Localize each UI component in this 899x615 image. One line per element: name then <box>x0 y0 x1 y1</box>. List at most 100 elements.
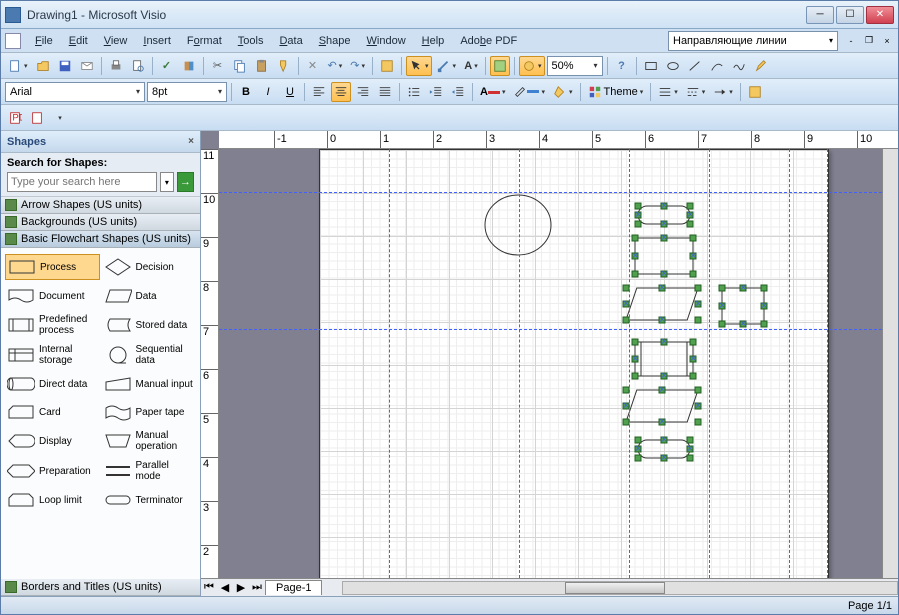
rect-tool-button[interactable] <box>641 56 661 76</box>
email-button[interactable] <box>77 56 97 76</box>
fontsize-combo[interactable]: 8pt▾ <box>147 82 227 102</box>
shape-master-card[interactable]: Card <box>5 400 100 424</box>
menu-edit[interactable]: Edit <box>61 32 96 50</box>
zoom-combo[interactable]: 50%▾ <box>547 56 603 76</box>
vertical-ruler[interactable]: 111098765432 <box>201 149 219 578</box>
pointer-tool-button[interactable] <box>406 56 432 76</box>
search-input[interactable] <box>7 172 157 192</box>
menu-insert[interactable]: Insert <box>135 32 179 50</box>
shapes-window-button[interactable] <box>377 56 397 76</box>
shape-master-manual-operation[interactable]: Manual operation <box>102 428 197 454</box>
page-tab[interactable]: Page-1 <box>265 580 322 595</box>
shape-master-internal-storage[interactable]: Internal storage <box>5 342 100 368</box>
cut-button[interactable]: ✂ <box>208 56 228 76</box>
format-button[interactable] <box>745 82 765 102</box>
menu-tools[interactable]: Tools <box>230 32 272 50</box>
minimize-button[interactable]: ─ <box>806 6 834 24</box>
guide-horizontal[interactable] <box>219 329 882 330</box>
font-combo[interactable]: Arial▾ <box>5 82 145 102</box>
line-color-button[interactable] <box>510 82 548 102</box>
bullets-button[interactable] <box>404 82 424 102</box>
canvas-shape-data[interactable]: ×××× <box>626 390 698 422</box>
theme-button[interactable]: Theme <box>585 82 647 102</box>
pdf-settings-button[interactable] <box>49 108 69 128</box>
doc-restore-button[interactable]: ❐ <box>862 34 876 48</box>
shape-master-preparation[interactable]: Preparation <box>5 458 100 484</box>
drawing-page[interactable]: ×××××××××××××××××××××××××××× <box>319 149 829 578</box>
shape-master-data[interactable]: Data <box>102 284 197 308</box>
indent-dec-button[interactable] <box>426 82 446 102</box>
guide-vertical[interactable] <box>519 149 520 578</box>
menu-data[interactable]: Data <box>271 32 310 50</box>
shape-master-terminator[interactable]: Terminator <box>102 488 197 512</box>
shape-master-direct-data[interactable]: Direct data <box>5 372 100 396</box>
menu-help[interactable]: Help <box>414 32 453 50</box>
align-right-button[interactable] <box>353 82 373 102</box>
connector-tool-button[interactable] <box>434 56 460 76</box>
font-color-button[interactable]: A <box>477 82 508 102</box>
shape-master-sequential-data[interactable]: Sequential data <box>102 342 197 368</box>
paste-button[interactable] <box>252 56 272 76</box>
research-button[interactable] <box>179 56 199 76</box>
canvas-shape-circle[interactable] <box>485 195 551 255</box>
guide-vertical[interactable] <box>389 149 390 578</box>
justify-button[interactable] <box>375 82 395 102</box>
guide-horizontal[interactable] <box>219 192 882 193</box>
pencil-tool-button[interactable] <box>751 56 771 76</box>
line-pattern-button[interactable] <box>683 82 709 102</box>
redo-button[interactable]: ↷ <box>347 56 368 76</box>
shape-master-process[interactable]: Process <box>5 254 100 280</box>
canvas-shape-predef[interactable]: ×××× <box>635 342 693 376</box>
stencil-flowchart[interactable]: Basic Flowchart Shapes (US units) <box>1 231 200 248</box>
stencil-backgrounds[interactable]: Backgrounds (US units) <box>1 214 200 231</box>
help-button[interactable]: ? <box>612 56 632 76</box>
italic-button[interactable]: I <box>258 82 278 102</box>
task-pane-combo[interactable]: Направляющие линии ▾ <box>668 31 838 51</box>
shape-master-document[interactable]: Document <box>5 284 100 308</box>
delete-button[interactable]: ✕ <box>303 56 323 76</box>
print-preview-button[interactable] <box>128 56 148 76</box>
freeform-tool-button[interactable] <box>729 56 749 76</box>
format-painter-button[interactable] <box>274 56 294 76</box>
pdf-convert-button[interactable]: PDF <box>5 108 25 128</box>
guide-vertical[interactable] <box>629 149 630 578</box>
page-area[interactable]: ×××××××××××××××××××××××××××× <box>219 149 882 578</box>
align-center-button[interactable] <box>331 82 351 102</box>
open-button[interactable] <box>33 56 53 76</box>
shape-master-predefined-process[interactable]: Predefined process <box>5 312 100 338</box>
save-button[interactable] <box>55 56 75 76</box>
undo-button[interactable]: ↶ <box>325 56 346 76</box>
guide-vertical[interactable] <box>827 149 828 578</box>
shape-master-paper-tape[interactable]: Paper tape <box>102 400 197 424</box>
shape-master-stored-data[interactable]: Stored data <box>102 312 197 338</box>
line-ends-button[interactable] <box>710 82 736 102</box>
shape-master-loop-limit[interactable]: Loop limit <box>5 488 100 512</box>
line-weight-button[interactable] <box>655 82 681 102</box>
stencil-borders[interactable]: Borders and Titles (US units) <box>1 579 200 596</box>
scrollbar-thumb[interactable] <box>565 582 665 594</box>
spelling-button[interactable]: ✓ <box>157 56 177 76</box>
horizontal-scrollbar[interactable] <box>342 581 898 595</box>
pdf-email-button[interactable] <box>27 108 47 128</box>
stencil-arrow-shapes[interactable]: Arrow Shapes (US units) <box>1 197 200 214</box>
canvas-shape-terminator[interactable]: ×××× <box>638 206 690 224</box>
text-tool-button[interactable]: A <box>461 56 481 76</box>
vertical-scrollbar[interactable] <box>882 149 898 578</box>
new-button[interactable] <box>5 56 31 76</box>
menu-format[interactable]: Format <box>179 32 230 50</box>
canvas-shape-terminator[interactable]: ×××× <box>638 440 690 458</box>
maximize-button[interactable]: ☐ <box>836 6 864 24</box>
tab-nav-first[interactable]: ⏮ <box>202 581 216 595</box>
arc-tool-button[interactable] <box>707 56 727 76</box>
doc-min-button[interactable]: - <box>844 34 858 48</box>
tab-nav-prev[interactable]: ◀ <box>218 581 232 595</box>
connection-points-button[interactable] <box>490 56 510 76</box>
tab-nav-next[interactable]: ▶ <box>234 581 248 595</box>
shape-master-decision[interactable]: Decision <box>102 254 197 280</box>
menu-adobe[interactable]: Adobe PDF <box>452 32 525 50</box>
drawing-tools-button[interactable] <box>519 56 545 76</box>
search-dropdown-button[interactable]: ▾ <box>160 172 174 192</box>
shape-master-display[interactable]: Display <box>5 428 100 454</box>
ellipse-tool-button[interactable] <box>663 56 683 76</box>
menu-window[interactable]: Window <box>359 32 414 50</box>
